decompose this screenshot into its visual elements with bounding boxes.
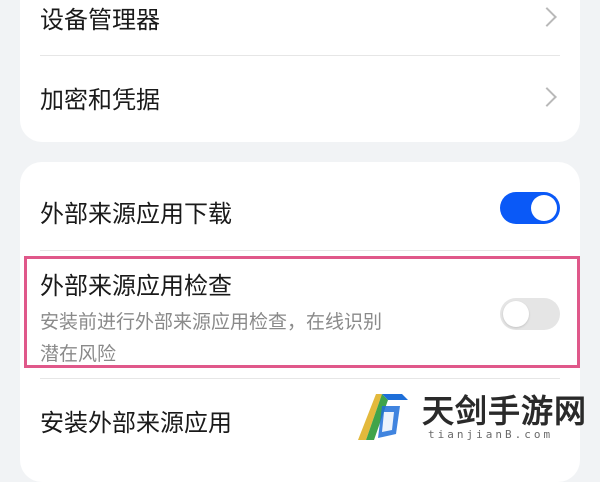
settings-item-description: 安装前进行外部来源应用检查，在线识别 <box>40 311 383 333</box>
watermark-url: tianjianB.com <box>428 428 554 441</box>
settings-item-description: 潜在风险 <box>40 343 117 365</box>
external-check-toggle[interactable] <box>500 298 560 330</box>
watermark-title: 天剑手游网 <box>422 392 588 430</box>
settings-item-label: 外部来源应用下载 <box>40 200 232 228</box>
settings-item-label: 外部来源应用检查 <box>40 272 232 300</box>
external-download-toggle[interactable] <box>500 192 560 224</box>
settings-item-external-check[interactable]: 外部来源应用检查 安装前进行外部来源应用检查，在线识别 潜在风险 <box>20 250 580 372</box>
settings-item-device-manager[interactable]: 设备管理器 <box>20 0 580 56</box>
toggle-knob <box>503 301 529 327</box>
chevron-right-icon <box>537 7 557 27</box>
settings-item-encryption-credentials[interactable]: 加密和凭据 <box>20 56 580 142</box>
sword-logo-icon <box>358 394 408 440</box>
toggle-knob <box>531 195 557 221</box>
settings-item-label: 加密和凭据 <box>40 86 160 114</box>
chevron-right-icon <box>537 87 557 107</box>
settings-item-label: 设备管理器 <box>40 6 160 34</box>
settings-group-security: 设备管理器 加密和凭据 <box>20 0 580 142</box>
settings-item-external-download[interactable]: 外部来源应用下载 <box>20 162 580 250</box>
watermark: 天剑手游网 tianjianB.com <box>346 380 600 450</box>
settings-item-label: 安装外部来源应用 <box>40 409 232 437</box>
